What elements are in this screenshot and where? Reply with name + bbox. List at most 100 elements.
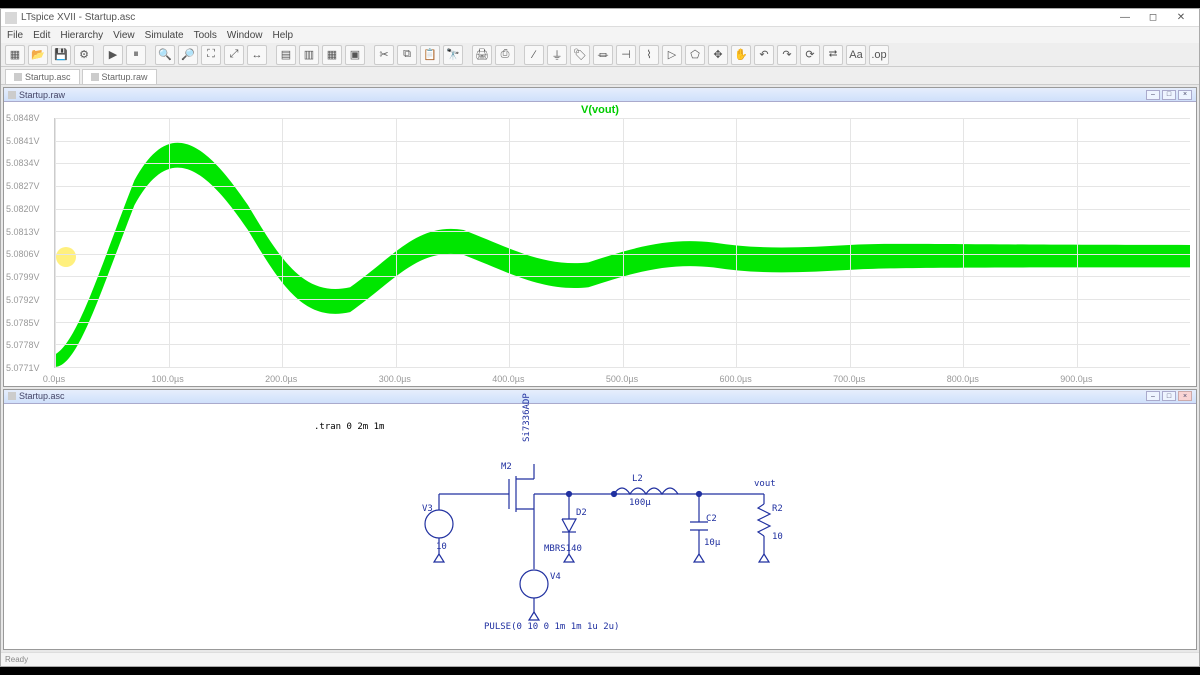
x-tick-label: 0.0µs: [43, 374, 65, 384]
save-icon[interactable]: 💾: [51, 45, 71, 65]
ground-icon[interactable]: ⏚: [547, 45, 567, 65]
x-tick-label: 500.0µs: [606, 374, 638, 384]
menu-edit[interactable]: Edit: [33, 30, 50, 41]
pane-maximize-button[interactable]: □: [1162, 90, 1176, 100]
schematic-pane: Startup.asc – □ × .tran 0 2m 1m: [3, 389, 1197, 650]
tab-schematic[interactable]: Startup.asc: [5, 69, 80, 84]
menu-view[interactable]: View: [113, 30, 135, 41]
autorange-icon[interactable]: ↔: [247, 45, 267, 65]
pane-maximize-button[interactable]: □: [1162, 391, 1176, 401]
tab-label: Startup.raw: [102, 72, 148, 82]
drag-icon[interactable]: ✋: [731, 45, 751, 65]
toolbar: ▦ 📂 💾 ⚙ ▶ ⏸ 🔍 🔎 ⛶ ⤢ ↔ ▤ ▥ ▦ ▣ ✂ ⧉ 📋 🔭 🖨 …: [1, 43, 1199, 67]
d2-label[interactable]: D2: [576, 508, 587, 518]
undo-icon[interactable]: ↶: [754, 45, 774, 65]
print-setup-icon[interactable]: ⎙: [495, 45, 515, 65]
maximize-button[interactable]: ◻: [1139, 11, 1167, 25]
find-icon[interactable]: 🔭: [443, 45, 463, 65]
m2-label[interactable]: M2: [501, 462, 512, 472]
d2-model[interactable]: MBRS140: [544, 544, 582, 554]
cut-icon[interactable]: ✂: [374, 45, 394, 65]
tile-horiz-icon[interactable]: ▤: [276, 45, 296, 65]
wire-icon[interactable]: ∕: [524, 45, 544, 65]
y-tick-label: 5.0799V: [6, 272, 40, 282]
y-tick-label: 5.0792V: [6, 295, 40, 305]
menu-file[interactable]: File: [7, 30, 23, 41]
r2-label[interactable]: R2: [772, 504, 783, 514]
text-icon[interactable]: Aa: [846, 45, 866, 65]
component-icon[interactable]: ⬠: [685, 45, 705, 65]
m2-model[interactable]: Si7336ADP: [522, 393, 532, 442]
rotate-icon[interactable]: ⟳: [800, 45, 820, 65]
paste-icon[interactable]: 📋: [420, 45, 440, 65]
pane-close-button[interactable]: ×: [1178, 90, 1192, 100]
mirror-icon[interactable]: ⮂: [823, 45, 843, 65]
cascade-icon[interactable]: ▦: [322, 45, 342, 65]
open-icon[interactable]: 📂: [28, 45, 48, 65]
y-tick-label: 5.0848V: [6, 113, 40, 123]
menu-window[interactable]: Window: [227, 30, 263, 41]
menu-tools[interactable]: Tools: [194, 30, 217, 41]
trace-label[interactable]: V(vout): [581, 104, 619, 116]
schematic-icon: [8, 392, 16, 400]
spice-directive-icon[interactable]: .op: [869, 45, 889, 65]
menu-hierarchy[interactable]: Hierarchy: [60, 30, 103, 41]
copy-icon[interactable]: ⧉: [397, 45, 417, 65]
plot-area[interactable]: [54, 118, 1190, 368]
minimize-button[interactable]: —: [1111, 11, 1139, 25]
schematic-pane-titlebar[interactable]: Startup.asc – □ ×: [4, 390, 1196, 404]
zoom-in-icon[interactable]: 🔍: [155, 45, 175, 65]
waveform-pane: Startup.raw – □ × V(vout) 5.0848V5.0841V…: [3, 87, 1197, 387]
vout-net-label[interactable]: vout: [754, 479, 776, 489]
zoom-fit-icon[interactable]: ⤢: [224, 45, 244, 65]
waveform-pane-titlebar[interactable]: Startup.raw – □ ×: [4, 88, 1196, 102]
workspace: Startup.raw – □ × V(vout) 5.0848V5.0841V…: [1, 85, 1199, 652]
y-tick-label: 5.0806V: [6, 249, 40, 259]
schematic-canvas[interactable]: .tran 0 2m 1m: [4, 404, 1196, 649]
menu-simulate[interactable]: Simulate: [145, 30, 184, 41]
run-icon[interactable]: ▶: [103, 45, 123, 65]
zoom-area-icon[interactable]: ⛶: [201, 45, 221, 65]
l2-label[interactable]: L2: [632, 474, 643, 484]
waveform-icon: [91, 73, 99, 81]
pane-close-button[interactable]: ×: [1178, 391, 1192, 401]
pane-title: Startup.raw: [19, 90, 65, 100]
capacitor-icon[interactable]: ⊣: [616, 45, 636, 65]
l2-value[interactable]: 100µ: [629, 498, 651, 508]
zoom-out-icon[interactable]: 🔎: [178, 45, 198, 65]
c2-value[interactable]: 10µ: [704, 538, 720, 548]
y-tick-label: 5.0771V: [6, 363, 40, 373]
control-panel-icon[interactable]: ⚙: [74, 45, 94, 65]
redo-icon[interactable]: ↷: [777, 45, 797, 65]
close-all-icon[interactable]: ▣: [345, 45, 365, 65]
resistor-icon[interactable]: ⏛: [593, 45, 613, 65]
print-icon[interactable]: 🖨: [472, 45, 492, 65]
x-tick-label: 600.0µs: [719, 374, 751, 384]
label-net-icon[interactable]: 🏷: [570, 45, 590, 65]
new-schematic-icon[interactable]: ▦: [5, 45, 25, 65]
tab-waveform[interactable]: Startup.raw: [82, 69, 157, 84]
diode-icon[interactable]: ▷: [662, 45, 682, 65]
cursor-highlight: [56, 247, 76, 267]
tab-label: Startup.asc: [25, 72, 71, 82]
move-icon[interactable]: ✥: [708, 45, 728, 65]
v4-label[interactable]: V4: [550, 572, 561, 582]
close-button[interactable]: ✕: [1167, 11, 1195, 25]
tile-vert-icon[interactable]: ▥: [299, 45, 319, 65]
inductor-icon[interactable]: ⌇: [639, 45, 659, 65]
pane-minimize-button[interactable]: –: [1146, 391, 1160, 401]
menu-help[interactable]: Help: [273, 30, 294, 41]
v3-label[interactable]: V3: [422, 504, 433, 514]
y-tick-label: 5.0778V: [6, 340, 40, 350]
window-titlebar: LTspice XVII - Startup.asc — ◻ ✕: [1, 9, 1199, 27]
statusbar: Ready: [1, 652, 1199, 666]
menubar: File Edit Hierarchy View Simulate Tools …: [1, 27, 1199, 43]
c2-label[interactable]: C2: [706, 514, 717, 524]
pause-icon[interactable]: ⏸: [126, 45, 146, 65]
v4-value[interactable]: PULSE(0 10 0 1m 1m 1u 2u): [484, 622, 619, 632]
r2-value[interactable]: 10: [772, 532, 783, 542]
pane-minimize-button[interactable]: –: [1146, 90, 1160, 100]
x-tick-label: 700.0µs: [833, 374, 865, 384]
v3-value[interactable]: 10: [436, 542, 447, 552]
waveform-plot[interactable]: V(vout) 5.0848V5.0841V5.0834V5.0827V5.08…: [4, 102, 1196, 386]
